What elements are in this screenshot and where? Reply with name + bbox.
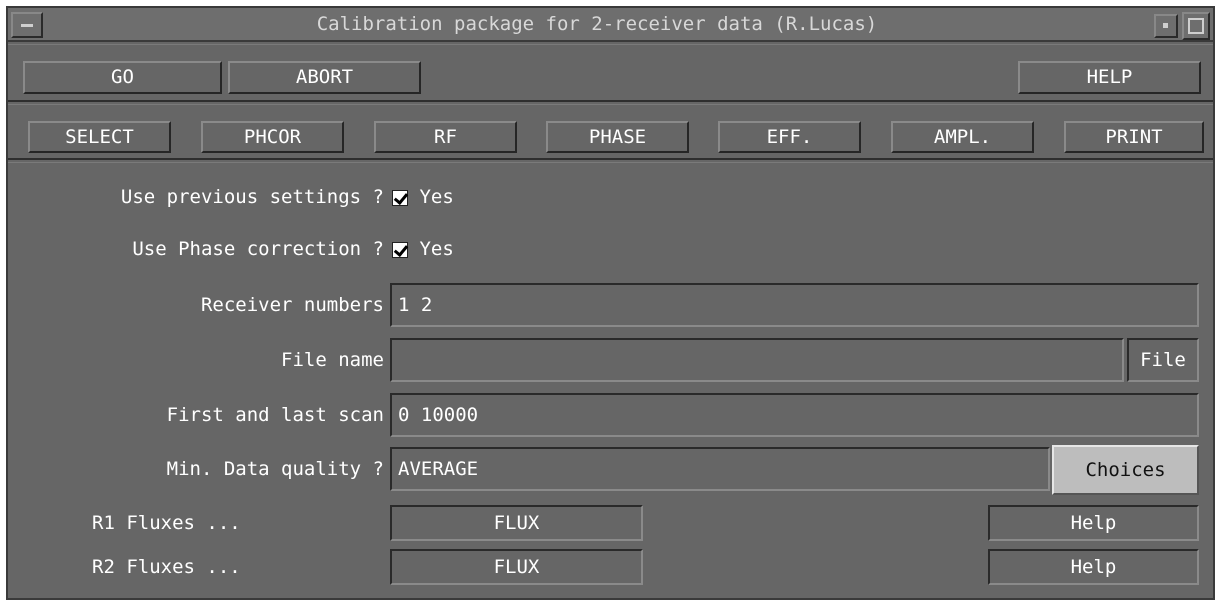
ampl-button[interactable]: AMPL. (891, 121, 1034, 153)
abort-button[interactable]: ABORT (228, 61, 421, 94)
r2-help-button[interactable]: Help (988, 549, 1199, 585)
phcor-button[interactable]: PHCOR (201, 121, 344, 153)
use-phase-toggle[interactable]: Yes (392, 235, 454, 263)
scan-range-label: First and last scan (166, 404, 384, 426)
r1-flux-button[interactable]: FLUX (390, 505, 643, 541)
settings-panel: Use previous settings ? Yes Use Phase co… (8, 162, 1213, 598)
window-title: Calibration package for 2-receiver data … (316, 13, 878, 35)
window-menu-button[interactable] (11, 12, 43, 38)
receiver-input[interactable]: 1 2 (390, 283, 1199, 327)
maximize-icon (1188, 18, 1204, 34)
r1-help-button[interactable]: Help (988, 505, 1199, 541)
phase-button[interactable]: PHASE (546, 121, 689, 153)
quality-input[interactable]: AVERAGE (390, 447, 1050, 491)
checkmark-icon[interactable] (392, 241, 408, 258)
use-previous-label: Use previous settings ? (120, 186, 384, 208)
file-browse-button[interactable]: File (1127, 338, 1199, 382)
print-button[interactable]: PRINT (1064, 121, 1204, 153)
receiver-label: Receiver numbers (200, 294, 384, 316)
rf-button[interactable]: RF (374, 121, 517, 153)
eff-button[interactable]: EFF. (718, 121, 861, 153)
minimize-button[interactable] (1154, 14, 1178, 38)
quality-label: Min. Data quality ? (166, 458, 384, 480)
file-name-input[interactable] (390, 338, 1124, 382)
select-button[interactable]: SELECT (28, 121, 171, 153)
r2-fluxes-label: R2 Fluxes ... (92, 556, 241, 578)
choices-button[interactable]: Choices (1052, 445, 1199, 495)
calibration-window: Calibration package for 2-receiver data … (6, 6, 1215, 600)
window-menu-icon (21, 24, 33, 27)
command-bar: GO ABORT HELP (8, 44, 1213, 102)
use-previous-toggle[interactable]: Yes (392, 183, 454, 211)
section-bar: SELECT PHCOR RF PHASE EFF. AMPL. PRINT (8, 104, 1213, 160)
file-name-label: File name (281, 349, 384, 371)
title-bar: Calibration package for 2-receiver data … (8, 8, 1213, 42)
help-button[interactable]: HELP (1018, 61, 1201, 94)
r2-flux-button[interactable]: FLUX (390, 549, 643, 585)
use-phase-label: Use Phase correction ? (132, 238, 384, 260)
checkmark-icon[interactable] (392, 189, 408, 206)
minimize-icon (1163, 23, 1168, 28)
r1-fluxes-label: R1 Fluxes ... (92, 512, 241, 534)
use-previous-value: Yes (419, 186, 454, 208)
go-button[interactable]: GO (23, 61, 222, 94)
scan-range-input[interactable]: 0 10000 (390, 393, 1199, 437)
maximize-button[interactable] (1182, 12, 1210, 40)
use-phase-value: Yes (419, 238, 454, 260)
